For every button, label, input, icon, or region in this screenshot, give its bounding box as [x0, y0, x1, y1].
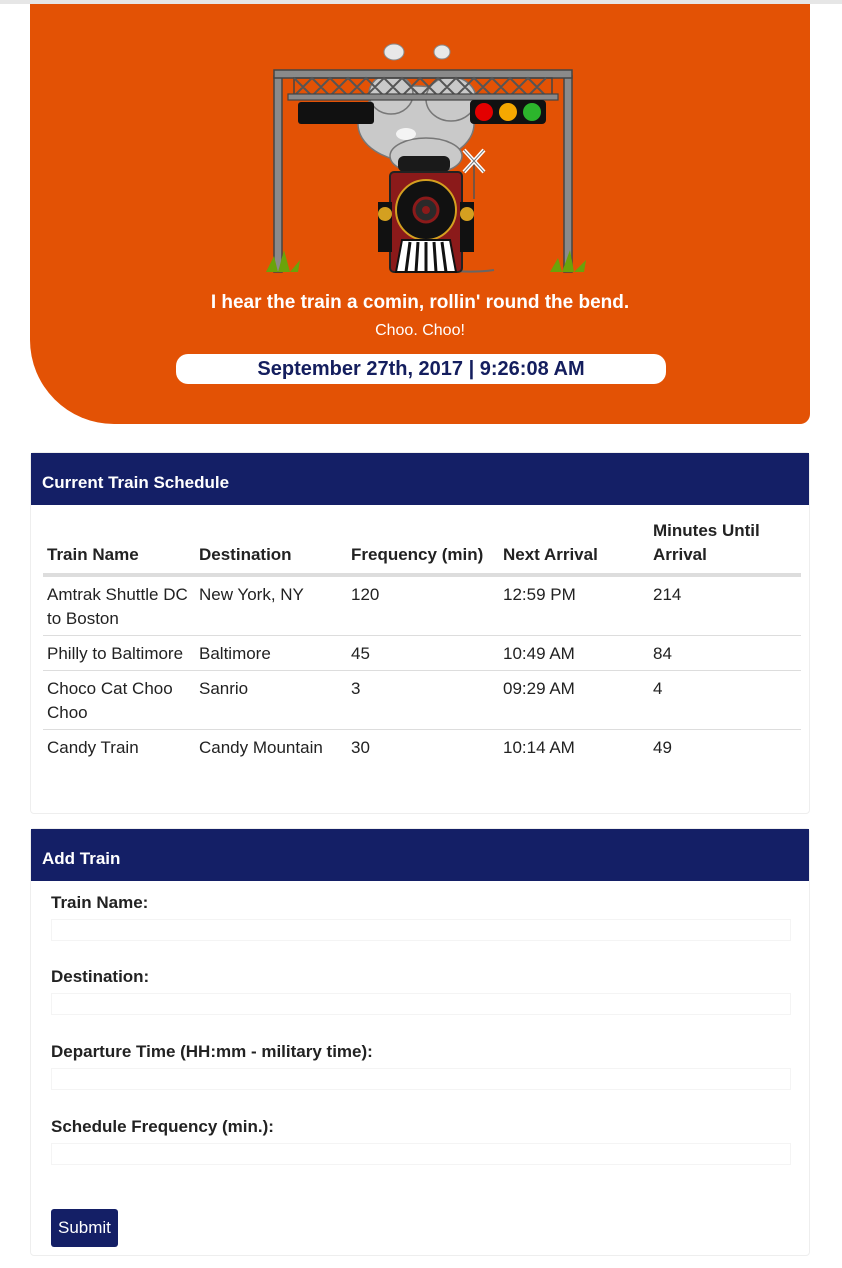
- cell-minutes-until: 214: [649, 574, 801, 636]
- cell-next-arrival: 10:14 AM: [499, 729, 649, 764]
- departure-time-input[interactable]: [51, 1068, 791, 1090]
- table-row: Candy Train Candy Mountain 30 10:14 AM 4…: [43, 729, 801, 764]
- train-schedule-table: Train Name Destination Frequency (min) N…: [43, 515, 801, 764]
- hero-subline: Choo. Choo!: [375, 322, 465, 339]
- cell-train-name: Choco Cat Choo Choo: [43, 670, 195, 730]
- cell-frequency: 3: [347, 670, 499, 730]
- cell-destination: Sanrio: [195, 670, 347, 730]
- signal-post-left: [273, 75, 283, 273]
- col-destination: Destination: [195, 515, 347, 577]
- table-row: Philly to Baltimore Baltimore 45 10:49 A…: [43, 635, 801, 671]
- cell-destination: Baltimore: [195, 635, 347, 671]
- submit-button[interactable]: Submit: [51, 1209, 118, 1247]
- signal-panel-left: [298, 102, 374, 124]
- destination-label: Destination:: [51, 967, 150, 986]
- table-row: Choco Cat Choo Choo Sanrio 3 09:29 AM 4: [43, 670, 801, 730]
- frequency-label: Schedule Frequency (min.):: [51, 1117, 274, 1136]
- grass-left: [266, 250, 300, 272]
- cell-train-name: Amtrak Shuttle DC to Boston: [43, 574, 195, 636]
- gantry-truss: [273, 69, 573, 101]
- cell-minutes-until: 4: [649, 670, 801, 730]
- cell-minutes-until: 49: [649, 729, 801, 764]
- hero-tagline: I hear the train a comin, rollin' round …: [210, 292, 630, 313]
- col-minutes-until: Minutes Until Arrival: [649, 515, 801, 577]
- cell-next-arrival: 09:29 AM: [499, 670, 649, 730]
- cell-destination: New York, NY: [195, 574, 347, 636]
- cell-train-name: Philly to Baltimore: [43, 635, 195, 671]
- table-row: Amtrak Shuttle DC to Boston New York, NY…: [43, 574, 801, 636]
- col-frequency: Frequency (min): [347, 515, 499, 577]
- locomotive-icon: [378, 156, 474, 273]
- cell-destination: Candy Mountain: [195, 729, 347, 764]
- add-train-panel: Add Train Train Name: Destination: Depar…: [30, 828, 810, 1256]
- signal-post-right: [563, 75, 573, 273]
- cell-frequency: 120: [347, 574, 499, 636]
- cell-frequency: 30: [347, 729, 499, 764]
- steam-cloud: [357, 43, 477, 175]
- train-signal-illustration: [266, 43, 586, 273]
- hero-banner: I hear the train a comin, rollin' round …: [30, 4, 810, 424]
- current-datetime: September 27th, 2017 | 9:26:08 AM: [176, 354, 666, 384]
- cell-next-arrival: 12:59 PM: [499, 574, 649, 636]
- cell-frequency: 45: [347, 635, 499, 671]
- cell-minutes-until: 84: [649, 635, 801, 671]
- table-header-row: Train Name Destination Frequency (min) N…: [43, 515, 801, 577]
- cell-next-arrival: 10:49 AM: [499, 635, 649, 671]
- cell-train-name: Candy Train: [43, 729, 195, 764]
- departure-time-label: Departure Time (HH:mm - military time):: [51, 1042, 373, 1061]
- col-train-name: Train Name: [43, 515, 195, 577]
- railroad-crossing-icon: [462, 148, 486, 199]
- train-schedule-panel: Current Train Schedule Train Name Destin…: [30, 452, 810, 814]
- frequency-input[interactable]: [51, 1143, 791, 1165]
- add-train-panel-title: Add Train: [31, 829, 809, 881]
- train-name-label: Train Name:: [51, 893, 149, 912]
- destination-input[interactable]: [51, 993, 791, 1015]
- col-next-arrival: Next Arrival: [499, 515, 649, 577]
- train-name-input[interactable]: [51, 919, 791, 941]
- schedule-panel-title: Current Train Schedule: [31, 453, 809, 505]
